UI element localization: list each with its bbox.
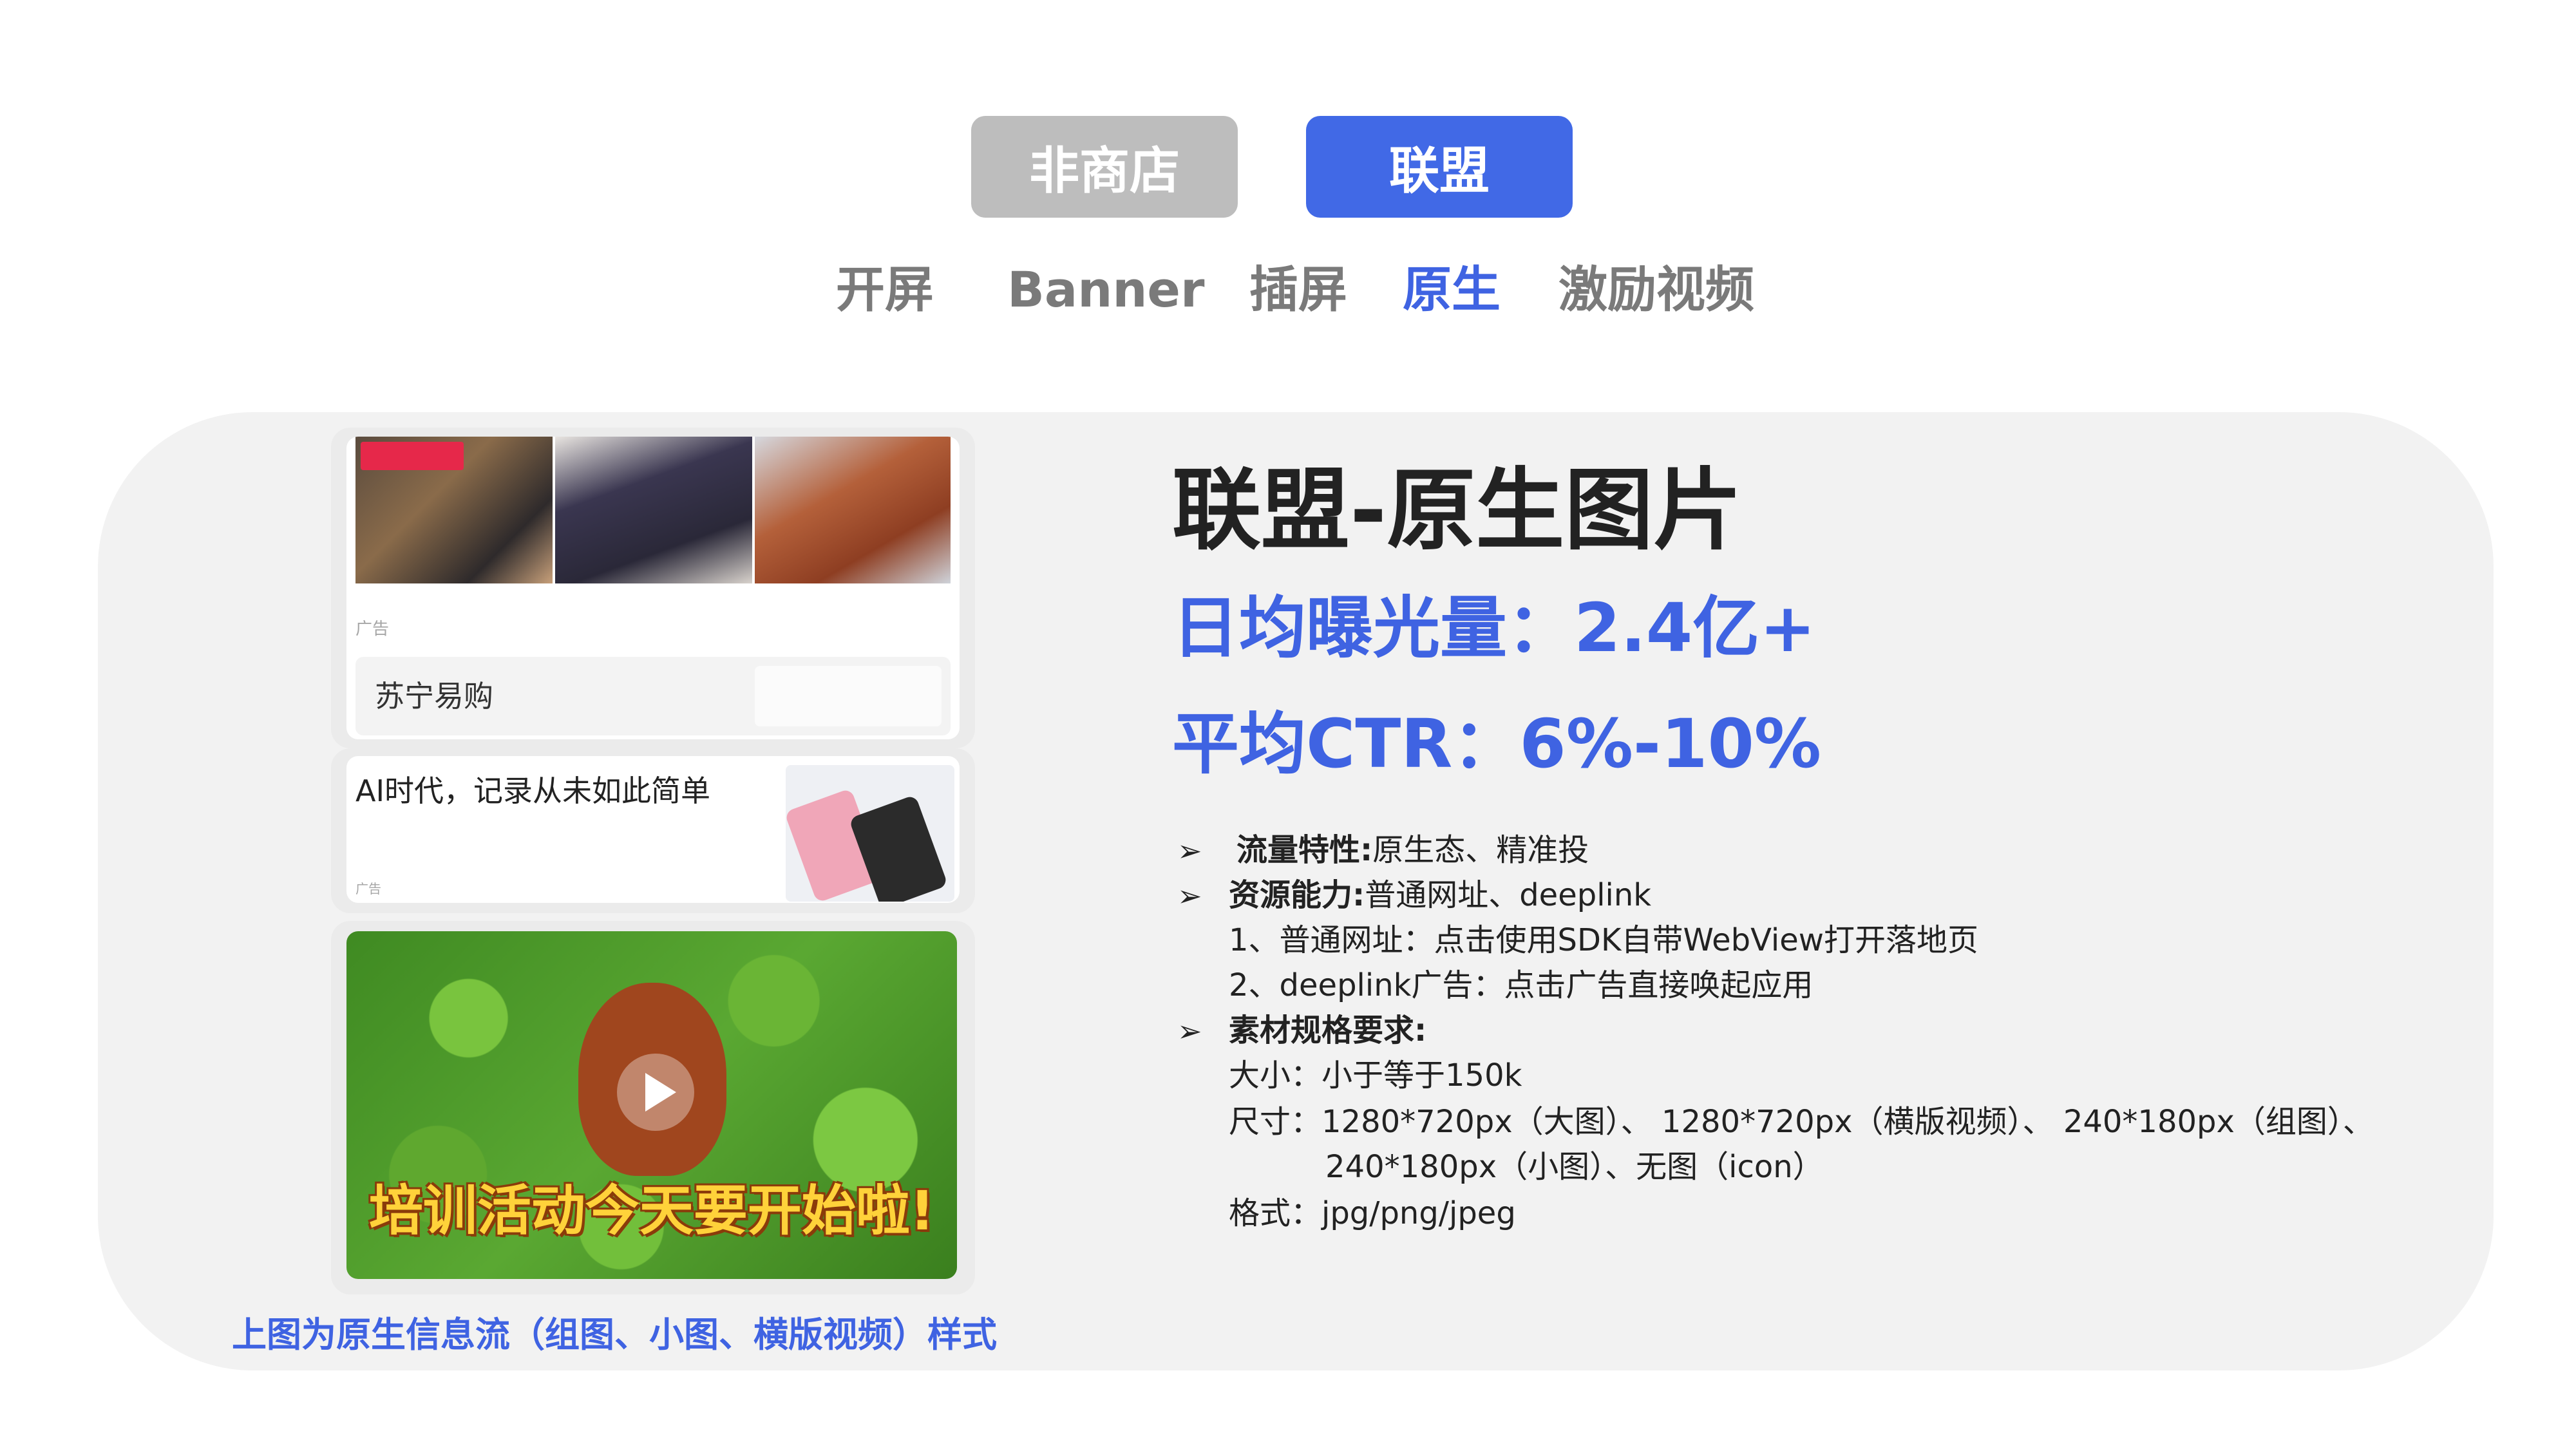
material-label: 素材规格要求: xyxy=(1229,1012,1427,1048)
resource-line-1: 1、普通网址：点击使用SDK自带WebView打开落地页 xyxy=(1229,922,1979,958)
video-card: 培训活动今天要开始啦! xyxy=(331,921,975,1294)
bag-photo-3 xyxy=(755,437,951,583)
video-thumbnail[interactable]: 培训活动今天要开始啦! xyxy=(346,931,957,1279)
resource-row: 资源能力:普通网址、deeplink xyxy=(1229,876,1651,914)
resource-label: 资源能力: xyxy=(1229,877,1365,913)
bullet-arrow-icon: ➢ xyxy=(1177,833,1202,868)
resource-value: 普通网址、deeplink xyxy=(1365,877,1652,913)
daily-exposure: 日均曝光量：2.4亿+ xyxy=(1172,589,1816,667)
page-title: 联盟-原生图片 xyxy=(1172,459,1743,562)
group-image-card: 广告 苏宁易购 xyxy=(331,428,975,748)
bag-photo-1 xyxy=(355,437,553,583)
bag-photo-2 xyxy=(555,437,752,583)
tab-interstitial[interactable]: 插屏 xyxy=(1249,258,1347,322)
tab-splash[interactable]: 开屏 xyxy=(836,258,934,322)
material-row: 素材规格要求: xyxy=(1229,1011,1426,1050)
ad-tag: 广告 xyxy=(355,620,390,639)
toggle-alliance[interactable]: 联盟 xyxy=(1306,116,1573,218)
dims-line-1: 尺寸：1280*720px（大图）、 1280*720px（横版视频）、 240… xyxy=(1229,1104,2374,1140)
avg-ctr: 平均CTR：6%-10% xyxy=(1172,705,1822,783)
traffic-value: 原生态、精准投 xyxy=(1372,832,1589,868)
brand-bar: 苏宁易购 xyxy=(355,657,951,735)
ad-tag: 广告 xyxy=(355,881,381,896)
bullet-arrow-icon: ➢ xyxy=(1177,878,1202,913)
tab-native[interactable]: 原生 xyxy=(1403,258,1501,322)
play-icon[interactable] xyxy=(617,1054,694,1131)
video-caption: 培训活动今天要开始啦! xyxy=(368,1179,935,1242)
toggle-non-store[interactable]: 非商店 xyxy=(971,116,1238,218)
cta-button[interactable] xyxy=(755,666,942,726)
brand-logo-icon xyxy=(361,442,464,470)
size-line: 大小：小于等于150k xyxy=(1229,1057,1522,1094)
bullet-arrow-icon: ➢ xyxy=(1177,1014,1202,1048)
phone-product-image xyxy=(786,765,954,902)
tab-rewarded-video[interactable]: 激励视频 xyxy=(1558,258,1754,322)
news-title: AI时代，记录从未如此简单 xyxy=(355,773,711,808)
brand-name: 苏宁易购 xyxy=(375,679,493,714)
traffic-row: 流量特性:原生态、精准投 xyxy=(1236,831,1589,869)
traffic-label: 流量特性: xyxy=(1236,832,1373,868)
format-line: 格式：jpg/png/jpeg xyxy=(1229,1195,1516,1231)
resource-line-2: 2、deeplink广告：点击广告直接唤起应用 xyxy=(1229,967,1814,1003)
small-image-card: AI时代，记录从未如此简单 广告 xyxy=(331,748,975,913)
dims-line-2: 240*180px（小图）、无图（icon） xyxy=(1325,1149,1824,1185)
examples-caption: 上图为原生信息流（组图、小图、横版视频）样式 xyxy=(232,1314,997,1355)
tab-banner[interactable]: Banner xyxy=(1007,258,1204,322)
